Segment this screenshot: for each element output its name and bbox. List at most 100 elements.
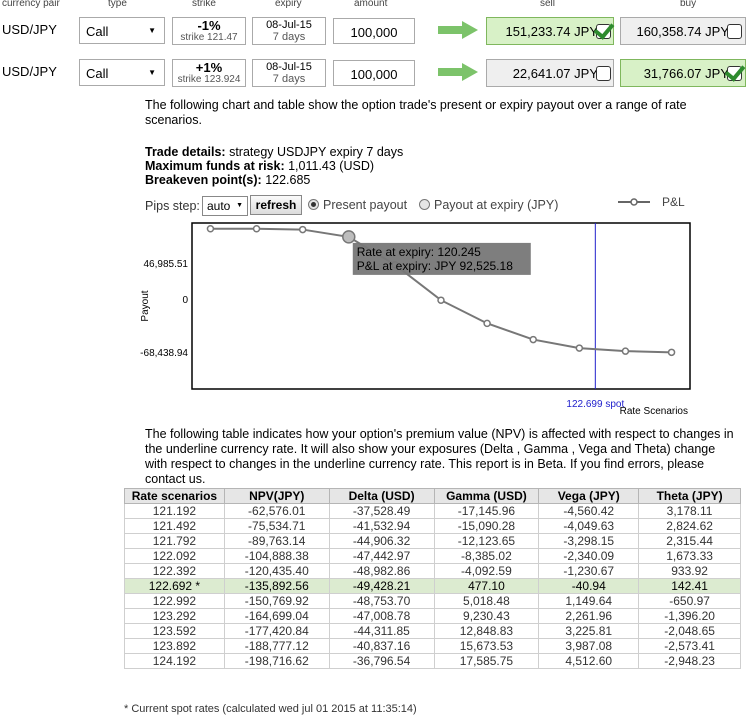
tooltip: Rate at expiry: 120.245 P&L at expiry: J… bbox=[352, 242, 531, 275]
expiry-field[interactable]: 08-Jul-15 7 days bbox=[252, 17, 326, 45]
present-payout-radio[interactable] bbox=[308, 199, 319, 210]
table-header-cell: Vega (JPY) bbox=[538, 488, 640, 504]
amount-input[interactable]: 100,000 bbox=[333, 60, 415, 86]
table-cell: -62,576.01 bbox=[223, 503, 330, 519]
currency-pair: USD/JPY bbox=[2, 22, 57, 37]
buy-price-button[interactable]: 160,358.74 JPY bbox=[620, 17, 746, 45]
table-cell: -2,948.23 bbox=[638, 653, 741, 669]
table-header-cell: Theta (JPY) bbox=[638, 488, 741, 504]
present-payout-label: Present payout bbox=[323, 198, 408, 212]
column-header-row: currency pair type strike expiry amount … bbox=[0, 0, 748, 10]
sell-price-button[interactable]: 22,641.07 JPY bbox=[486, 59, 614, 87]
table-cell: -12,123.65 bbox=[433, 533, 540, 549]
chevron-down-icon: ▼ bbox=[236, 202, 243, 209]
trade-details: Trade details: strategy USDJPY expiry 7 … bbox=[145, 145, 403, 187]
table-cell: 121.192 bbox=[124, 503, 225, 519]
tooltip-pnl: P&L at expiry: JPY 92,525.18 bbox=[357, 259, 513, 273]
table-cell: -650.97 bbox=[638, 593, 741, 609]
checkbox-checked-icon[interactable] bbox=[596, 24, 611, 39]
expiry-payout-label: Payout at expiry (JPY) bbox=[434, 198, 559, 212]
table-cell: -8,385.02 bbox=[433, 548, 540, 564]
chevron-down-icon: ▼ bbox=[148, 26, 156, 35]
table-cell: 122.392 bbox=[124, 563, 225, 579]
col-expiry: expiry bbox=[275, 0, 302, 9]
pnl-point[interactable] bbox=[252, 225, 261, 233]
pips-step-label: Pips step: bbox=[145, 199, 200, 213]
max-funds-value: 1,011.43 (USD) bbox=[288, 159, 375, 173]
table-cell: 3,987.08 bbox=[538, 638, 640, 654]
strike-value: strike 123.924 bbox=[177, 74, 241, 85]
breakeven-label: Breakeven point(s): bbox=[145, 173, 262, 187]
checkbox-icon[interactable] bbox=[596, 66, 611, 81]
table-cell: -4,092.59 bbox=[433, 563, 540, 579]
pnl-point[interactable] bbox=[575, 344, 584, 352]
type-value: Call bbox=[86, 66, 109, 81]
y-tick-label: -68,438.94 bbox=[140, 348, 188, 359]
table-cell: 12,848.83 bbox=[433, 623, 540, 639]
pnl-point[interactable] bbox=[342, 230, 356, 244]
strike-field[interactable]: +1% strike 123.924 bbox=[172, 59, 246, 87]
col-strike: strike bbox=[192, 0, 216, 9]
strike-field[interactable]: -1% strike 121.47 bbox=[172, 17, 246, 45]
table-cell: 17,585.75 bbox=[433, 653, 540, 669]
table-cell: -44,906.32 bbox=[328, 533, 435, 549]
arrow-right-icon bbox=[438, 21, 478, 39]
table-cell: -2,573.41 bbox=[638, 638, 741, 654]
type-select[interactable]: Call ▼ bbox=[79, 59, 165, 86]
table-cell: -1,396.20 bbox=[638, 608, 741, 624]
expiry-days: 7 days bbox=[272, 31, 306, 43]
checkbox-checked-icon[interactable] bbox=[727, 66, 742, 81]
amount-input[interactable]: 100,000 bbox=[333, 18, 415, 44]
table-cell: 123.892 bbox=[124, 638, 225, 654]
pnl-point[interactable] bbox=[483, 319, 491, 328]
table-cell: 2,261.96 bbox=[538, 608, 640, 624]
table-cell: -41,532.94 bbox=[328, 518, 435, 534]
table-cell: 142.41 bbox=[638, 578, 741, 594]
checkbox-icon[interactable] bbox=[727, 24, 742, 39]
col-buy: buy bbox=[680, 0, 697, 9]
table-cell: -177,420.84 bbox=[223, 623, 330, 639]
expiry-payout-radio[interactable] bbox=[419, 199, 430, 210]
pnl-point[interactable] bbox=[529, 335, 537, 344]
buy-price: 160,358.74 JPY bbox=[636, 24, 729, 39]
y-axis-label: Payout bbox=[140, 290, 151, 321]
table-cell: -49,428.21 bbox=[328, 578, 435, 594]
pnl-point[interactable] bbox=[437, 296, 445, 304]
table-cell: 121.492 bbox=[124, 518, 225, 534]
buy-price: 31,766.07 JPY bbox=[643, 66, 729, 81]
pnl-point[interactable] bbox=[667, 348, 676, 357]
table-cell: -40,837.16 bbox=[328, 638, 435, 654]
rate-scenarios-table: Rate scenarios NPV(JPY) Delta (USD) Gamma (… bbox=[124, 488, 741, 669]
payout-chart: 46,985.51 0 -68,438.94 Payout 122.699 spot… bbox=[140, 222, 691, 417]
sell-price-button[interactable]: 151,233.74 JPY bbox=[486, 17, 614, 45]
pnl-point[interactable] bbox=[621, 347, 630, 355]
option-row-2: USD/JPY Call ▼ +1% strike 123.924 08-Jul-… bbox=[0, 56, 748, 88]
y-tick-label: 46,985.51 bbox=[144, 259, 189, 270]
chevron-down-icon: ▼ bbox=[148, 68, 156, 77]
table-cell: 3,225.81 bbox=[538, 623, 640, 639]
table-row: 121.792 -89,763.14 -44,906.32 -12,123.65 -3,… bbox=[124, 533, 741, 549]
x-axis-label: Rate Scenarios bbox=[620, 406, 688, 417]
expiry-days: 7 days bbox=[272, 73, 306, 85]
table-cell: 121.792 bbox=[124, 533, 225, 549]
table-cell: 477.10 bbox=[433, 578, 540, 594]
refresh-button[interactable]: refresh bbox=[250, 195, 302, 215]
type-select[interactable]: Call ▼ bbox=[79, 17, 165, 44]
table-row: 122.992 -150,769.92 -48,753.70 5,018.48 1,14… bbox=[124, 593, 741, 609]
table-header-cell: NPV(JPY) bbox=[223, 488, 330, 504]
npv-description: The following table indicates how your o… bbox=[145, 427, 734, 486]
table-cell: 9,230.43 bbox=[433, 608, 540, 624]
buy-price-button[interactable]: 31,766.07 JPY bbox=[620, 59, 746, 87]
table-cell: -1,230.67 bbox=[538, 563, 640, 579]
sell-price: 151,233.74 JPY bbox=[505, 24, 598, 39]
pips-step-select[interactable]: auto ▼ bbox=[202, 196, 248, 216]
pnl-point[interactable] bbox=[298, 225, 307, 234]
pnl-point[interactable] bbox=[206, 225, 215, 233]
table-cell: -48,982.86 bbox=[328, 563, 435, 579]
table-header-cell: Rate scenarios bbox=[124, 488, 225, 504]
strike-percent: -1% bbox=[197, 18, 221, 33]
table-cell: 933.92 bbox=[638, 563, 741, 579]
table-cell: 124.192 bbox=[124, 653, 225, 669]
expiry-field[interactable]: 08-Jul-15 7 days bbox=[252, 59, 326, 87]
expiry-date: 08-Jul-15 bbox=[266, 61, 312, 73]
